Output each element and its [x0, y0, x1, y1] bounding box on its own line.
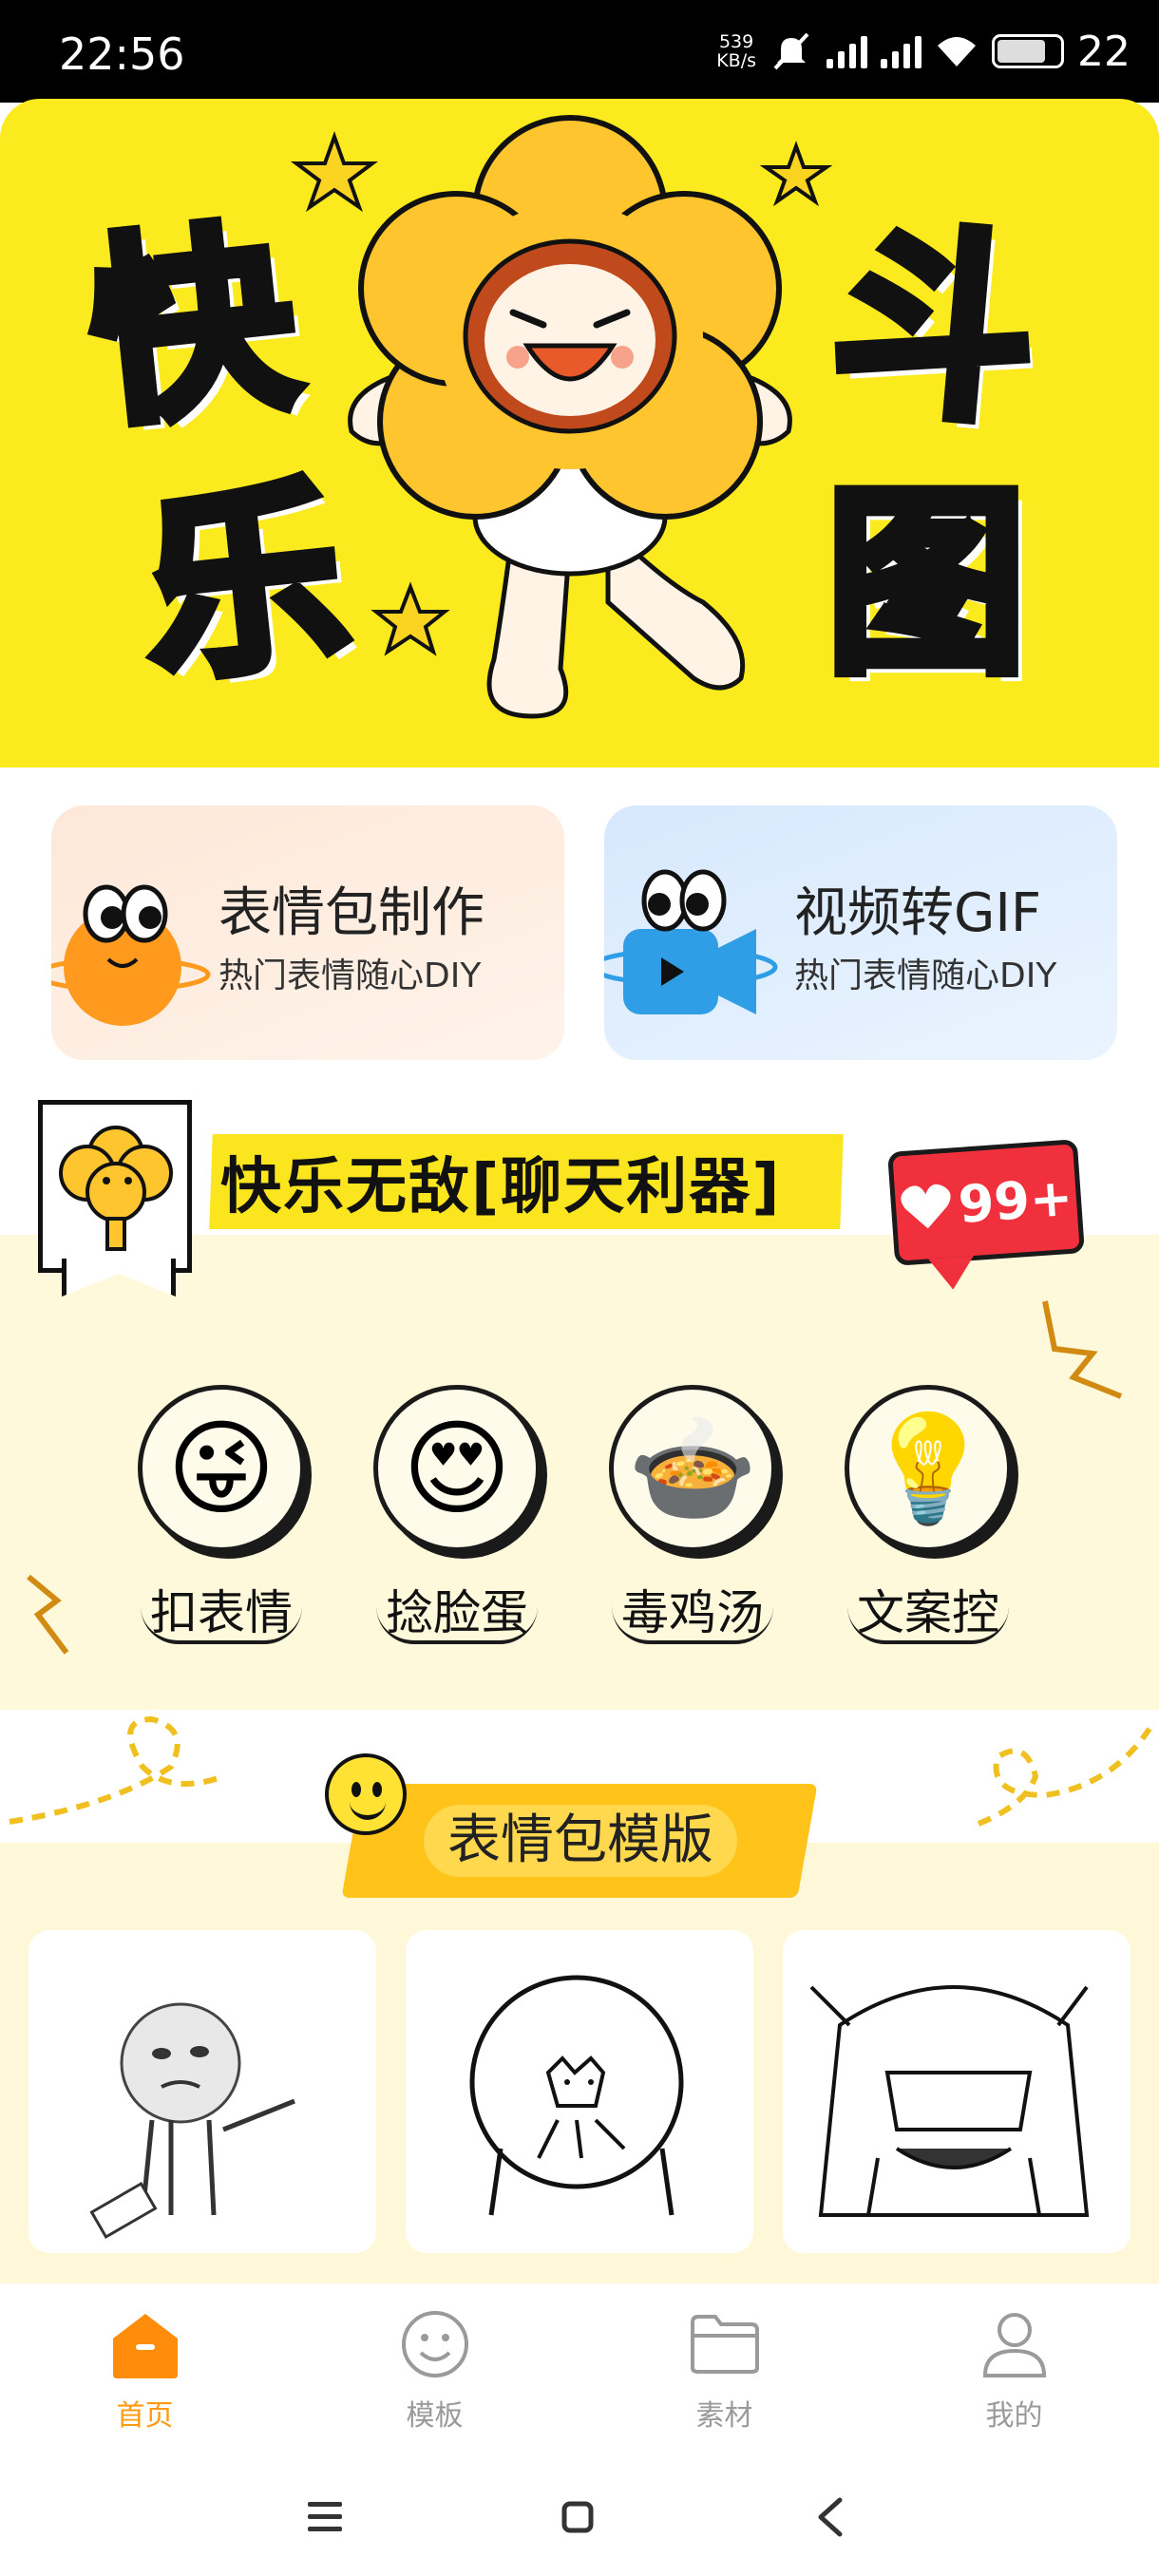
nav-label: 首页 — [116, 2399, 174, 2433]
user-icon — [977, 2306, 1053, 2382]
status-time: 22:56 — [59, 28, 185, 80]
banner-char-tu: 图 — [821, 462, 1032, 706]
lightbulb-icon: 💡 — [845, 1385, 1012, 1552]
nav-item-templates[interactable]: 模板 — [290, 2283, 580, 2454]
tongue-out-emoji-icon: 😜 — [138, 1385, 305, 1552]
video-camera-mascot-icon — [604, 869, 778, 1014]
category-nian-liandan[interactable]: 😍 捻脸蛋 — [367, 1385, 547, 1644]
template-section-title: 表情包模版 — [424, 1805, 737, 1877]
banner[interactable]: 快 乐 斗 图 — [0, 99, 1159, 767]
status-icons: 539 KB/s 22 — [716, 25, 1130, 78]
menu-icon[interactable] — [296, 2489, 353, 2546]
meme-maker-title: 表情包制作 — [218, 882, 484, 944]
category-label: 毒鸡汤 — [612, 1585, 773, 1644]
heart-icon — [901, 1184, 951, 1229]
template-card-1[interactable] — [28, 1930, 376, 2253]
planet-mascot-icon — [51, 884, 211, 1026]
nav-item-materials[interactable]: 素材 — [580, 2283, 869, 2454]
video-to-gif-title: 视频转GIF — [794, 882, 1042, 944]
wifi-icon — [938, 37, 976, 66]
bottom-nav: 首页 模板 素材 我的 — [0, 2283, 1159, 2454]
meme-cat-face-icon — [469, 1975, 684, 2216]
nav-label: 我的 — [985, 2399, 1043, 2433]
home-square-icon[interactable] — [549, 2489, 606, 2546]
back-icon[interactable] — [802, 2489, 859, 2546]
signal-icon-1 — [826, 34, 867, 68]
heart-eyes-face-icon: 😍 — [373, 1385, 541, 1552]
category-label: 扣表情 — [141, 1585, 302, 1644]
category-wenan-kong[interactable]: 💡 文案控 — [838, 1385, 1018, 1644]
video-to-gif-subtitle: 热门表情随心DIY — [794, 957, 1057, 995]
tree-mascot-icon — [59, 1126, 173, 1251]
chat-section-title: 快乐无敌[聊天利器] — [220, 1152, 782, 1222]
nav-item-profile[interactable]: 我的 — [869, 2283, 1159, 2454]
template-card-2[interactable] — [406, 1930, 753, 2253]
nav-item-home[interactable]: 首页 — [0, 2283, 290, 2454]
signal-icon-2 — [881, 34, 922, 68]
category-label: 文案控 — [847, 1585, 1009, 1644]
template-card-3[interactable] — [783, 1930, 1130, 2253]
smiley-face-icon — [325, 1753, 407, 1835]
video-to-gif-card[interactable]: 视频转GIF 热门表情随心DIY — [604, 805, 1117, 1060]
status-bar: 22:56 539 KB/s 22 — [0, 0, 1159, 103]
meme-anime-facepalm-icon — [809, 1985, 1090, 2217]
category-kou-biaoqing[interactable]: 😜 扣表情 — [131, 1385, 312, 1644]
tree-mascot-badge — [38, 1100, 192, 1273]
mute-icon — [773, 32, 809, 70]
home-icon — [107, 2306, 183, 2382]
category-label: 捻脸蛋 — [376, 1585, 538, 1644]
nav-label: 素材 — [695, 2399, 753, 2433]
soup-bowl-icon: 🍲 — [609, 1385, 776, 1552]
smiley-icon — [397, 2306, 473, 2382]
system-nav-bar — [0, 2454, 1159, 2576]
likes-badge: 99+ — [887, 1139, 1085, 1266]
meme-pointing-guy-icon — [89, 2002, 295, 2240]
net-speed: 539 KB/s — [716, 31, 756, 71]
nav-label: 模板 — [406, 2399, 464, 2433]
battery-icon — [992, 34, 1064, 68]
battery-level: 22 — [1077, 27, 1130, 76]
meme-maker-card[interactable]: 表情包制作 热门表情随心DIY — [51, 805, 564, 1060]
category-du-jitang[interactable]: 🍲 毒鸡汤 — [602, 1385, 783, 1644]
meme-maker-subtitle: 热门表情随心DIY — [218, 957, 482, 995]
folder-icon — [687, 2306, 763, 2382]
likes-count: 99+ — [956, 1166, 1075, 1235]
flower-mascot-icon — [348, 115, 792, 719]
banner-char-dou: 斗 — [819, 197, 1050, 457]
